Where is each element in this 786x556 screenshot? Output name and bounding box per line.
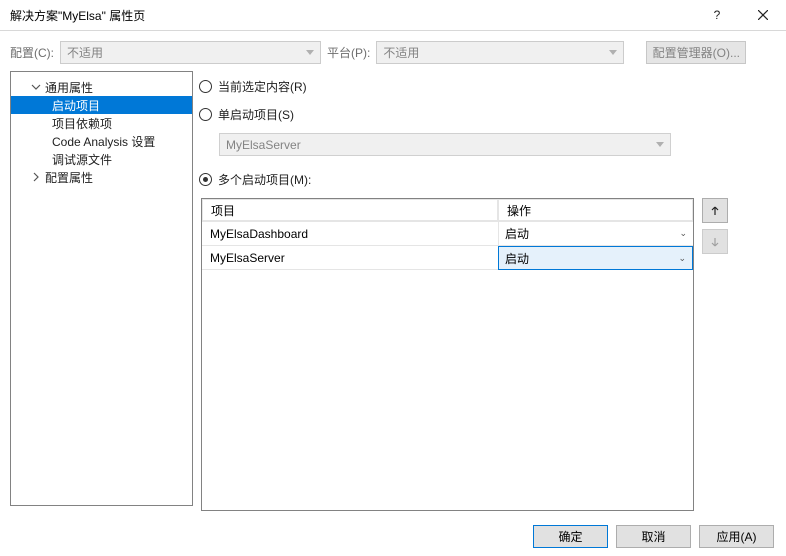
grid-row[interactable]: MyElsaDashboard 启动 ⌄ [202, 222, 693, 246]
close-button[interactable] [740, 0, 786, 31]
config-manager-button: 配置管理器(O)... [646, 41, 746, 64]
tree-node-debug-source-files[interactable]: 调试源文件 [11, 150, 192, 168]
platform-combo-value: 不适用 [383, 44, 419, 61]
window-title: 解决方案"MyElsa" 属性页 [10, 7, 694, 24]
configuration-toolbar: 配置(C): 不适用 平台(P): 不适用 配置管理器(O)... [0, 31, 786, 61]
svg-text:?: ? [714, 8, 721, 22]
platform-label: 平台(P): [327, 44, 370, 61]
ok-button[interactable]: 确定 [533, 525, 608, 548]
dialog-footer: 确定 取消 应用(A) [0, 516, 786, 556]
tree-node-label: 项目依赖项 [52, 115, 112, 132]
tree-node-project-dependencies[interactable]: 项目依赖项 [11, 114, 192, 132]
titlebar: 解决方案"MyElsa" 属性页 ? [0, 0, 786, 31]
apply-button[interactable]: 应用(A) [699, 525, 774, 548]
radio-label: 当前选定内容(R) [218, 78, 307, 95]
radio-single-startup[interactable]: 单启动项目(S) [199, 105, 776, 123]
startup-project-panel: 当前选定内容(R) 单启动项目(S) MyElsaServer 多个启动项目(M… [199, 71, 776, 506]
radio-label: 单启动项目(S) [218, 106, 294, 123]
button-label: 取消 [641, 528, 665, 545]
grid-cell-action-value: 启动 [505, 250, 529, 267]
button-label: 应用(A) [717, 528, 757, 545]
grid-cell-action-combo[interactable]: 启动 ⌄ [498, 246, 693, 270]
dialog-body: 通用属性 启动项目 项目依赖项 Code Analysis 设置 调试源文件 配… [0, 61, 786, 516]
help-button[interactable]: ? [694, 0, 740, 31]
radio-label: 多个启动项目(M): [218, 171, 311, 188]
tree-node-label: 配置属性 [45, 169, 93, 186]
tree-node-startup-project[interactable]: 启动项目 [11, 96, 192, 114]
chevron-down-icon [609, 50, 617, 55]
radio-icon [199, 173, 212, 186]
property-tree[interactable]: 通用属性 启动项目 项目依赖项 Code Analysis 设置 调试源文件 配… [10, 71, 193, 506]
move-down-button[interactable] [702, 229, 728, 254]
radio-current-selection[interactable]: 当前选定内容(R) [199, 77, 776, 95]
startup-projects-grid[interactable]: 项目 操作 MyElsaDashboard 启动 ⌄ MyElsaServer … [201, 198, 694, 511]
grid-empty-area [202, 270, 693, 510]
grid-cell-project[interactable]: MyElsaDashboard [202, 222, 498, 246]
tree-expand-icon[interactable] [31, 172, 41, 182]
tree-node-label: Code Analysis 设置 [52, 133, 155, 150]
tree-node-config-properties[interactable]: 配置属性 [11, 168, 192, 186]
chevron-down-icon: ⌄ [679, 228, 687, 239]
tree-node-label: 启动项目 [52, 97, 100, 114]
config-combo-value: 不适用 [67, 44, 103, 61]
move-up-button[interactable] [702, 198, 728, 223]
platform-combo: 不适用 [376, 41, 624, 64]
chevron-down-icon: ⌄ [678, 253, 686, 264]
grid-cell-action-combo[interactable]: 启动 ⌄ [498, 222, 693, 246]
single-startup-combo: MyElsaServer [219, 133, 671, 156]
chevron-down-icon [306, 50, 314, 55]
grid-row[interactable]: MyElsaServer 启动 ⌄ [202, 246, 693, 270]
cancel-button[interactable]: 取消 [616, 525, 691, 548]
grid-header: 项目 操作 [202, 199, 693, 222]
tree-node-common-properties[interactable]: 通用属性 [11, 78, 192, 96]
tree-node-label: 通用属性 [45, 79, 93, 96]
grid-cell-action-value: 启动 [505, 225, 529, 242]
radio-multiple-startup[interactable]: 多个启动项目(M): [199, 170, 776, 188]
grid-header-action[interactable]: 操作 [498, 199, 693, 221]
tree-node-label: 调试源文件 [52, 151, 112, 168]
config-combo: 不适用 [60, 41, 321, 64]
reorder-buttons [702, 198, 728, 511]
grid-cell-project[interactable]: MyElsaServer [202, 246, 498, 270]
config-label: 配置(C): [10, 44, 54, 61]
tree-collapse-icon[interactable] [31, 82, 41, 92]
radio-icon [199, 108, 212, 121]
grid-header-project[interactable]: 项目 [202, 199, 498, 221]
multiple-startup-panel: 项目 操作 MyElsaDashboard 启动 ⌄ MyElsaServer … [201, 198, 776, 511]
chevron-down-icon [656, 142, 664, 147]
button-label: 确定 [558, 528, 582, 545]
radio-icon [199, 80, 212, 93]
config-manager-label: 配置管理器(O)... [653, 44, 740, 61]
single-startup-value: MyElsaServer [226, 138, 301, 152]
tree-node-code-analysis[interactable]: Code Analysis 设置 [11, 132, 192, 150]
